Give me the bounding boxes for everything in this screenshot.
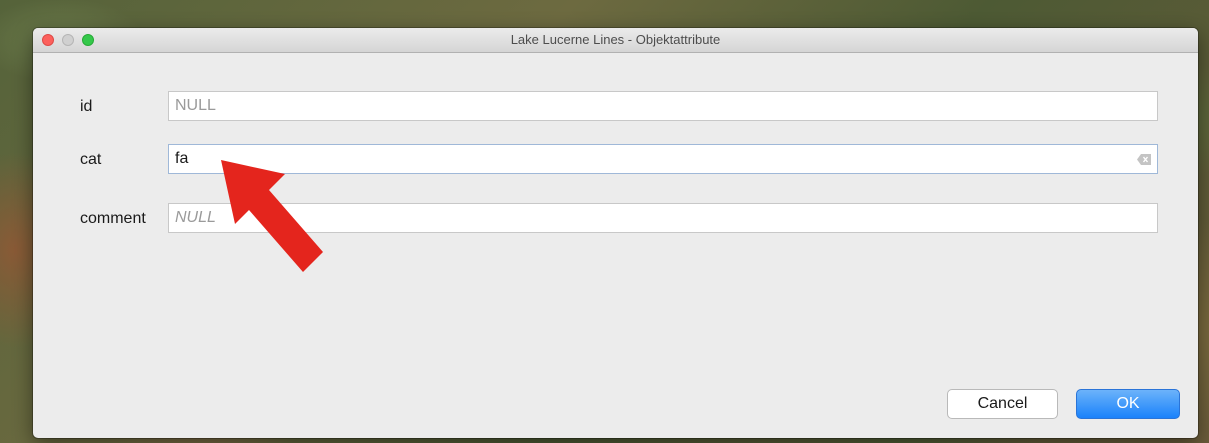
red-arrow-icon — [221, 160, 323, 272]
title-bar: Lake Lucerne Lines - Objektattribute — [33, 28, 1198, 53]
id-field[interactable] — [168, 91, 1158, 121]
field-label-cat: cat — [80, 151, 102, 168]
window-title: Lake Lucerne Lines - Objektattribute — [510, 32, 721, 47]
clear-field-icon[interactable] — [1137, 154, 1151, 165]
field-label-comment: comment — [80, 210, 146, 227]
field-row-cat: cat — [33, 144, 1198, 176]
field-label-id: id — [80, 98, 93, 115]
field-row-id: id — [33, 91, 1198, 123]
attributes-dialog: Lake Lucerne Lines - Objektattribute id … — [33, 28, 1198, 438]
ok-button[interactable]: OK — [1076, 389, 1180, 419]
field-row-comment: comment — [33, 203, 1198, 235]
cancel-button[interactable]: Cancel — [947, 389, 1058, 419]
